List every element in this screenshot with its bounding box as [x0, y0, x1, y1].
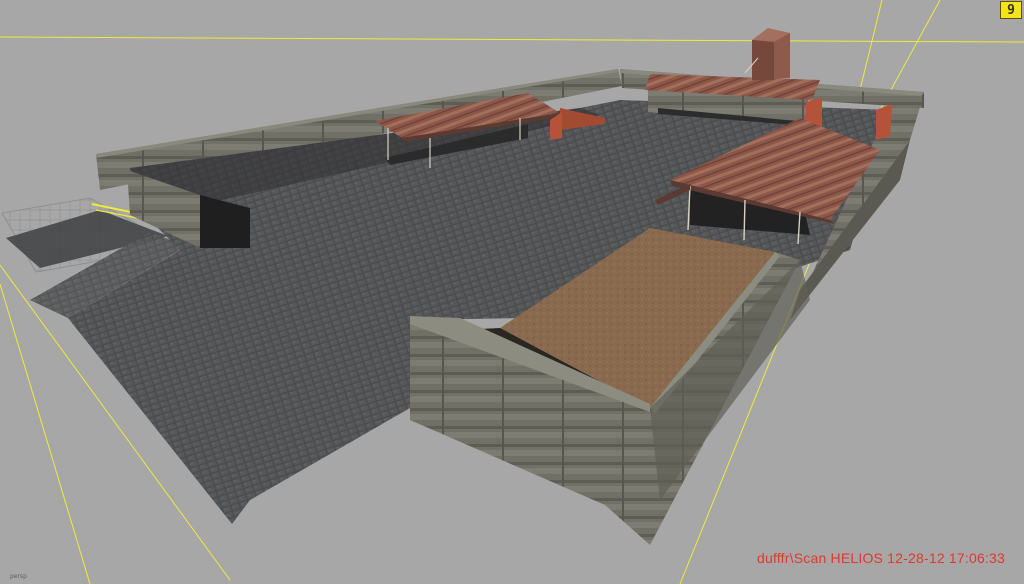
camera-label: persp — [10, 573, 27, 580]
chimney-tower — [744, 28, 790, 80]
scene-render — [0, 0, 1024, 584]
render-watermark: dufffr\Scan HELIOS 12-28-12 17:06:33 — [757, 550, 1005, 566]
3d-viewport[interactable]: 9 persp dufffr\Scan HELIOS 12-28-12 17:0… — [0, 0, 1024, 584]
view-cube-badge[interactable]: 9 — [1000, 1, 1022, 19]
